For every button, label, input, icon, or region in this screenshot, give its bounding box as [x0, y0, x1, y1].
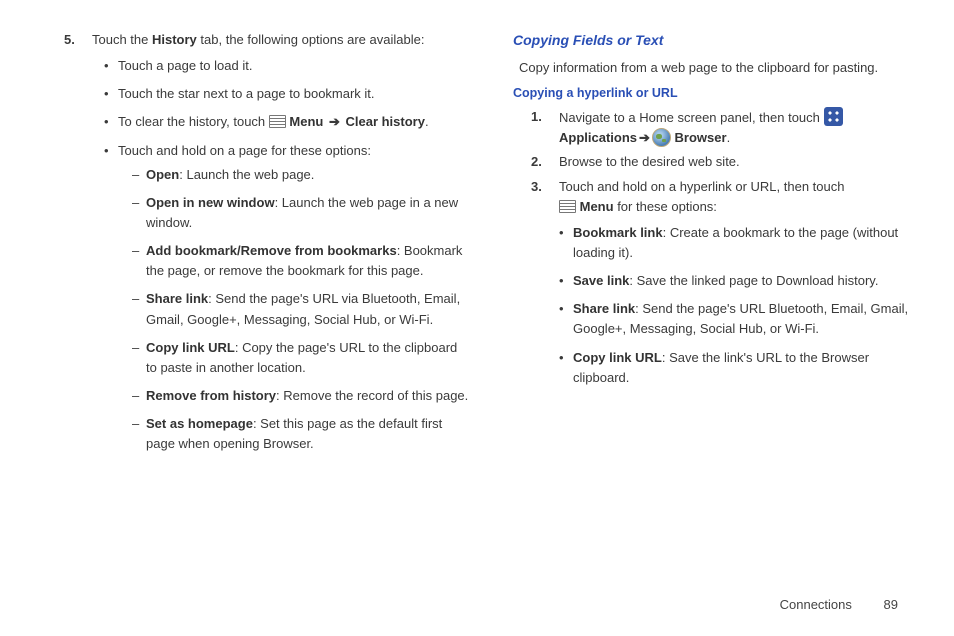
list-item: To clear the history, touch Menu ➔ Clear… — [104, 112, 469, 132]
arrow-icon: ➔ — [639, 128, 650, 148]
page-columns: 5. Touch the History tab, the following … — [64, 30, 918, 466]
option-bold: Bookmark link — [573, 225, 663, 240]
text: for these options: — [614, 199, 717, 214]
list-item: Open in new window: Launch the web page … — [132, 193, 469, 233]
list-item: Touch and hold on a page for these optio… — [104, 141, 469, 455]
step-body: Touch the History tab, the following opt… — [92, 30, 469, 462]
text: . — [727, 130, 731, 145]
list-item: Save link: Save the linked page to Downl… — [559, 271, 918, 291]
page-footer: Connections 89 — [780, 597, 898, 612]
step-2: 2. Browse to the desired web site. — [531, 152, 918, 172]
option-bold: Open — [146, 167, 179, 182]
list-item: Share link: Send the page's URL via Blue… — [132, 289, 469, 329]
step-1: 1. Navigate to a Home screen panel, then… — [531, 107, 918, 148]
option-bold: Share link — [573, 301, 635, 316]
dash-list: Open: Launch the web page. Open in new w… — [132, 165, 469, 455]
menu-bold: Menu — [289, 114, 327, 129]
option-bold: Open in new window — [146, 195, 275, 210]
globe-icon — [652, 128, 671, 147]
option-bold: Save link — [573, 273, 629, 288]
list-item: Share link: Send the page's URL Bluetoot… — [559, 299, 918, 339]
text: Touch the star next to a page to bookmar… — [118, 86, 375, 101]
step-5: 5. Touch the History tab, the following … — [64, 30, 469, 462]
text: Touch the — [92, 32, 152, 47]
apps-icon — [824, 107, 843, 126]
section-intro: Copy information from a web page to the … — [519, 58, 918, 78]
option-bold: Remove from history — [146, 388, 276, 403]
applications-bold: Applications — [559, 130, 637, 145]
list-item: Touch a page to load it. — [104, 56, 469, 76]
bullet-list: Bookmark link: Create a bookmark to the … — [559, 223, 918, 388]
page-number: 89 — [884, 597, 898, 612]
text: : Save the linked page to Download histo… — [629, 273, 878, 288]
bullet-list: Touch a page to load it. Touch the star … — [104, 56, 469, 454]
text: : Launch the web page. — [179, 167, 314, 182]
right-column: Copying Fields or Text Copy information … — [513, 30, 918, 466]
left-column: 5. Touch the History tab, the following … — [64, 30, 469, 466]
list-item: Touch the star next to a page to bookmar… — [104, 84, 469, 104]
text: Navigate to a Home screen panel, then to… — [559, 110, 824, 125]
list-item: Remove from history: Remove the record o… — [132, 386, 469, 406]
step-body: Touch and hold on a hyperlink or URL, th… — [559, 177, 918, 396]
browser-bold: Browser — [671, 130, 727, 145]
list-item: Set as homepage: Set this page as the de… — [132, 414, 469, 454]
step-number: 1. — [531, 107, 559, 148]
history-bold: History — [152, 32, 197, 47]
text: Browse to the desired web site. — [559, 154, 740, 169]
text: Touch and hold on a page for these optio… — [118, 143, 371, 158]
option-bold: Add bookmark/Remove from bookmarks — [146, 243, 397, 258]
step-number: 2. — [531, 152, 559, 172]
step-body: Browse to the desired web site. — [559, 152, 918, 172]
section-heading: Copying Fields or Text — [513, 30, 918, 52]
list-item: Bookmark link: Create a bookmark to the … — [559, 223, 918, 263]
menu-bold: Menu — [580, 199, 614, 214]
menu-icon — [269, 115, 286, 128]
menu-icon — [559, 200, 576, 213]
text: To clear the history, touch — [118, 114, 269, 129]
text: : Remove the record of this page. — [276, 388, 468, 403]
option-bold: Set as homepage — [146, 416, 253, 431]
step-body: Navigate to a Home screen panel, then to… — [559, 107, 918, 148]
step-3: 3. Touch and hold on a hyperlink or URL,… — [531, 177, 918, 396]
list-item: Open: Launch the web page. — [132, 165, 469, 185]
section-name: Connections — [780, 597, 852, 612]
list-item: Copy link URL: Save the link's URL to th… — [559, 348, 918, 388]
option-bold: Copy link URL — [146, 340, 235, 355]
option-bold: Share link — [146, 291, 208, 306]
step-number: 3. — [531, 177, 559, 396]
text: Touch and hold on a hyperlink or URL, th… — [559, 179, 844, 194]
arrow-icon: ➔ — [329, 112, 340, 132]
text: . — [425, 114, 429, 129]
list-item: Add bookmark/Remove from bookmarks: Book… — [132, 241, 469, 281]
option-bold: Copy link URL — [573, 350, 662, 365]
clear-history-bold: Clear history — [342, 114, 425, 129]
text: Touch a page to load it. — [118, 58, 252, 73]
sub-heading: Copying a hyperlink or URL — [513, 84, 918, 103]
text: tab, the following options are available… — [197, 32, 425, 47]
list-item: Copy link URL: Copy the page's URL to th… — [132, 338, 469, 378]
step-number: 5. — [64, 30, 92, 462]
